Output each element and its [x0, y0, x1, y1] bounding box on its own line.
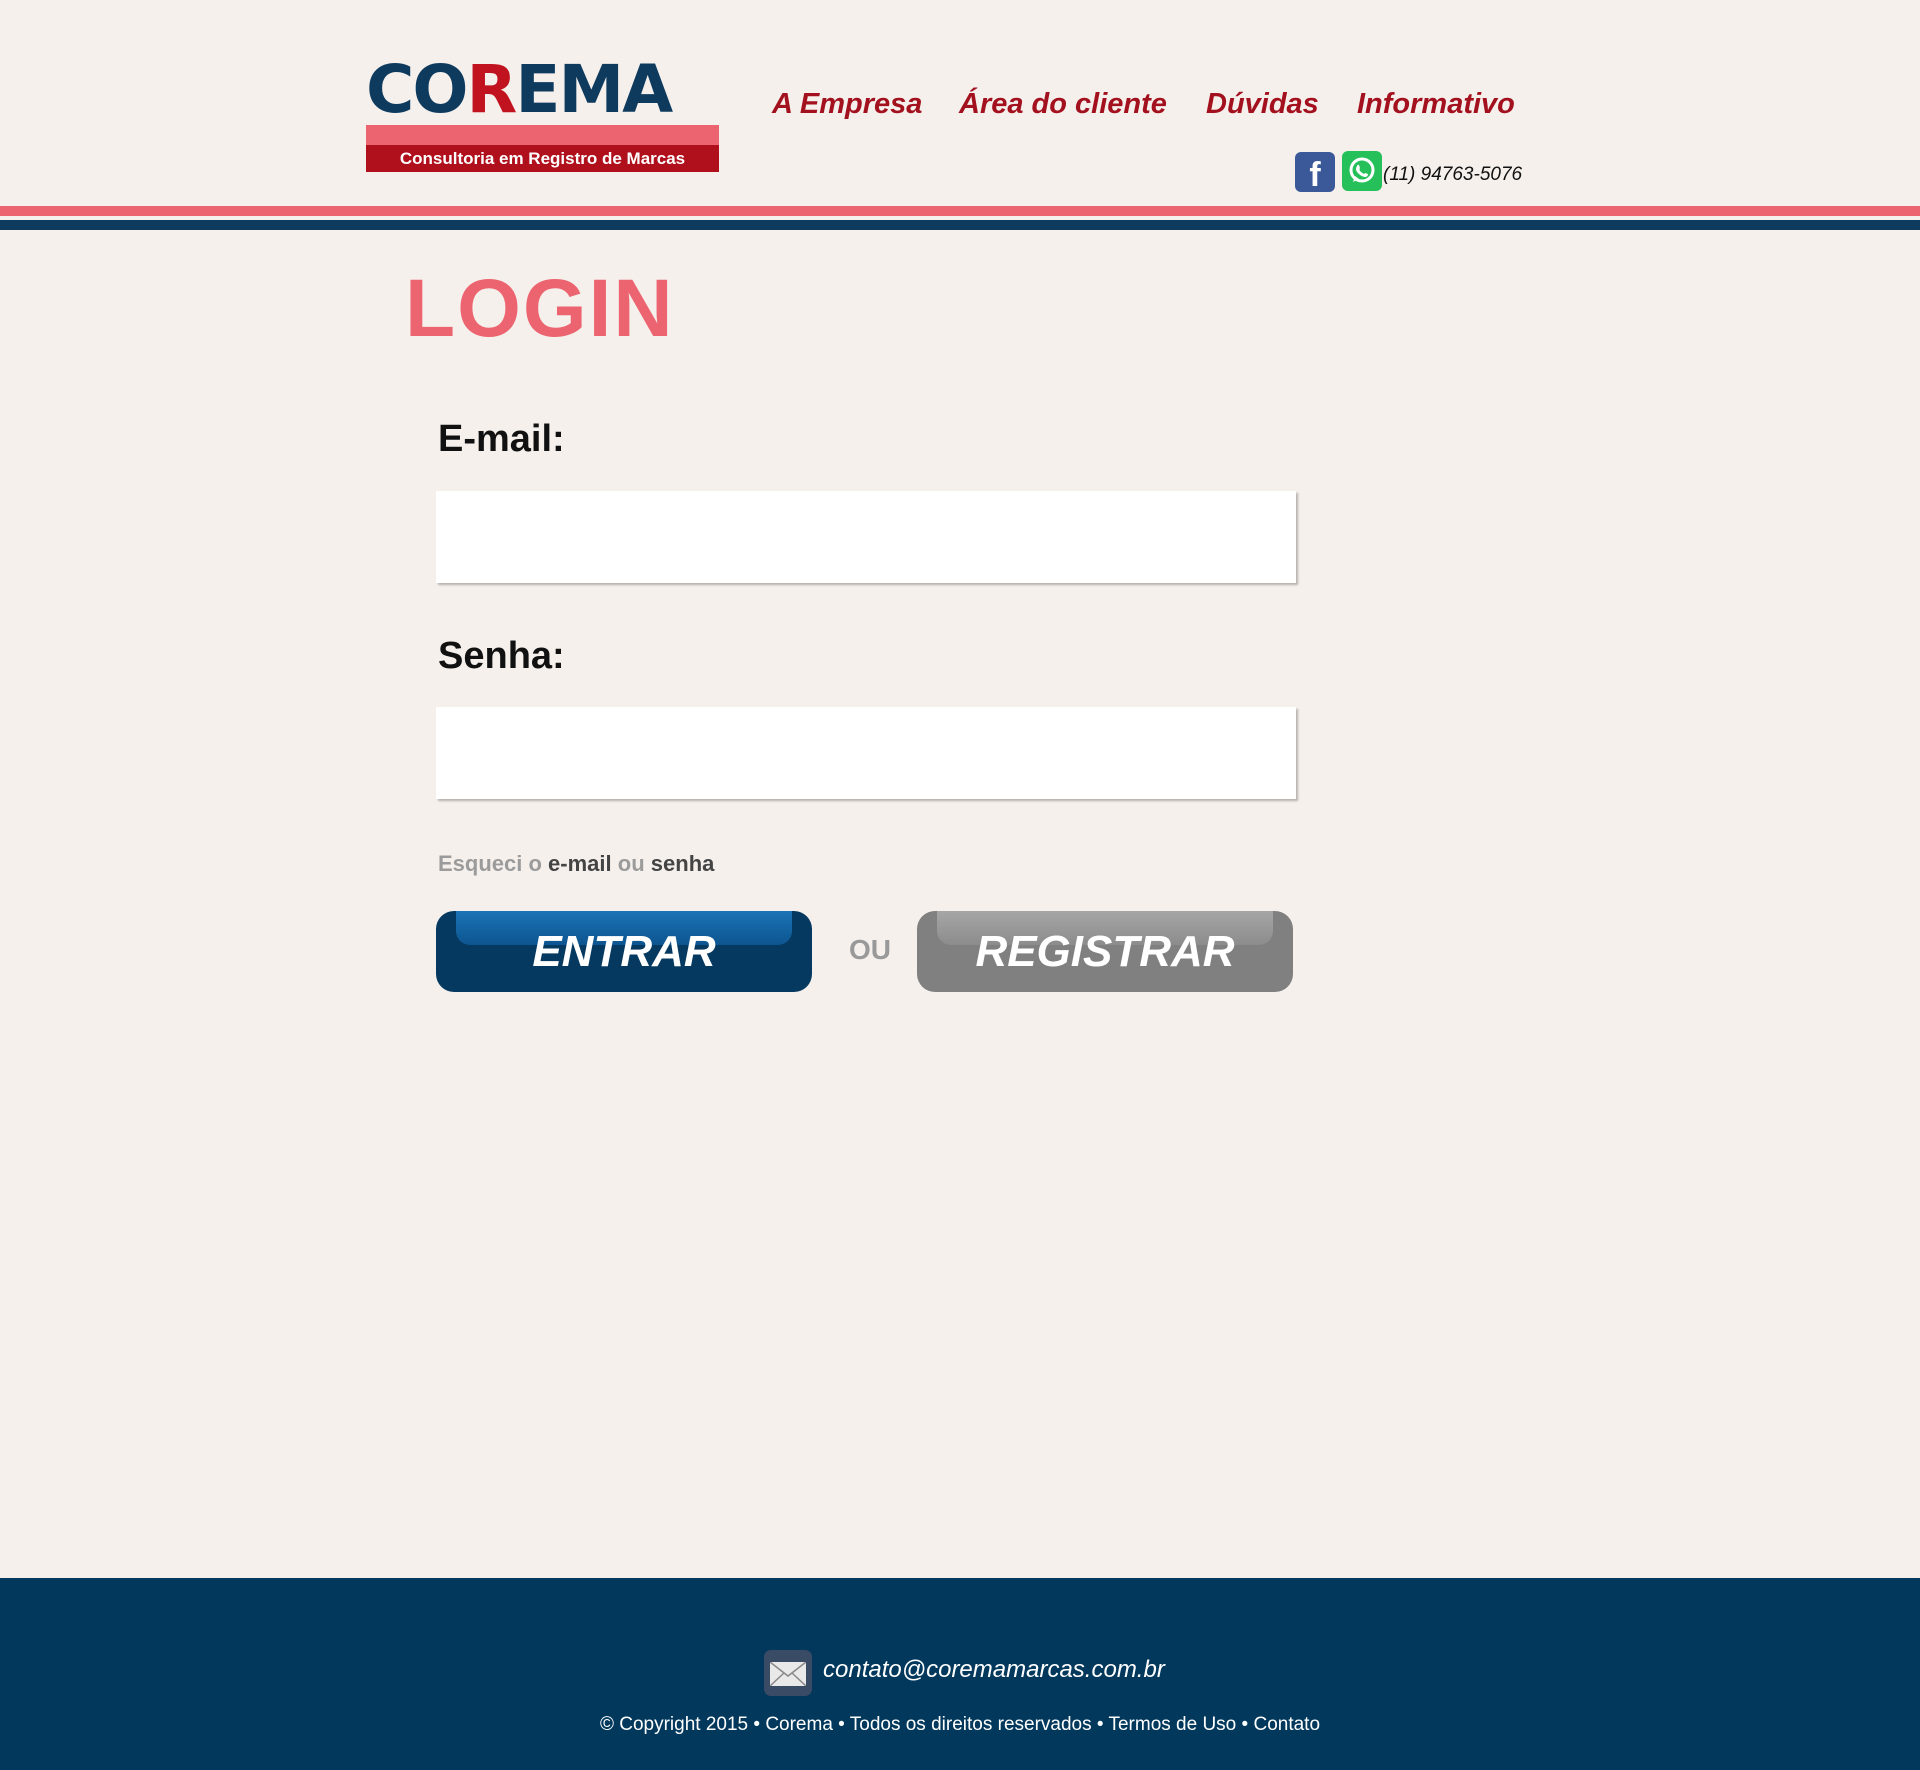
or-separator: OU: [849, 934, 891, 965]
logo-wordmark: COREMA: [366, 51, 673, 128]
mail-icon: [764, 1650, 812, 1696]
footer-copyright: © Copyright 2015 • Corema • Todos os dir…: [599, 1714, 1321, 1735]
password-label: Senha:: [438, 635, 565, 677]
email-label: E-mail:: [438, 418, 565, 460]
forgot-prefix: Esqueci o: [438, 851, 542, 876]
register-button[interactable]: REGISTRAR: [917, 911, 1293, 992]
terms-link[interactable]: Termos de Uso: [1108, 1714, 1236, 1735]
rights-text: Todos os direitos reservados: [849, 1714, 1092, 1735]
forgot-password-link[interactable]: senha: [651, 851, 715, 876]
company-name: Corema: [765, 1714, 833, 1735]
copyright-text: © Copyright 2015: [599, 1714, 749, 1735]
nav-item-area-do-cliente[interactable]: Área do cliente: [959, 88, 1167, 121]
nav-item-duvidas[interactable]: Dúvidas: [1206, 88, 1319, 121]
forgot-or: ou: [617, 851, 645, 876]
phone-number: (11) 94763-5076: [1383, 164, 1523, 185]
password-field[interactable]: [436, 707, 1296, 799]
enter-button[interactable]: ENTRAR: [436, 911, 812, 992]
header-stripe-navy: [0, 220, 1920, 230]
contact-link[interactable]: Contato: [1253, 1714, 1320, 1735]
logo-tagline: Consultoria em Registro de Marcas: [366, 145, 719, 172]
facebook-icon[interactable]: f: [1295, 152, 1335, 194]
whatsapp-icon[interactable]: [1342, 151, 1382, 191]
footer-email[interactable]: contato@coremamarcas.com.br: [823, 1656, 1165, 1684]
enter-button-label: ENTRAR: [532, 927, 716, 976]
register-button-label: REGISTRAR: [975, 927, 1235, 976]
page-title: LOGIN: [405, 263, 675, 354]
forgot-credentials: Esqueci o e-mail ou senha: [438, 851, 714, 877]
nav-item-informativo[interactable]: Informativo: [1357, 88, 1515, 121]
nav-item-a-empresa[interactable]: A Empresa: [772, 88, 922, 121]
logo-stripe: [366, 125, 719, 145]
forgot-email-link[interactable]: e-mail: [548, 851, 612, 876]
header-stripe-pink: [0, 206, 1920, 216]
email-field[interactable]: [436, 491, 1296, 583]
corema-logo[interactable]: COREMA Consultoria em Registro de Marcas: [366, 50, 722, 173]
